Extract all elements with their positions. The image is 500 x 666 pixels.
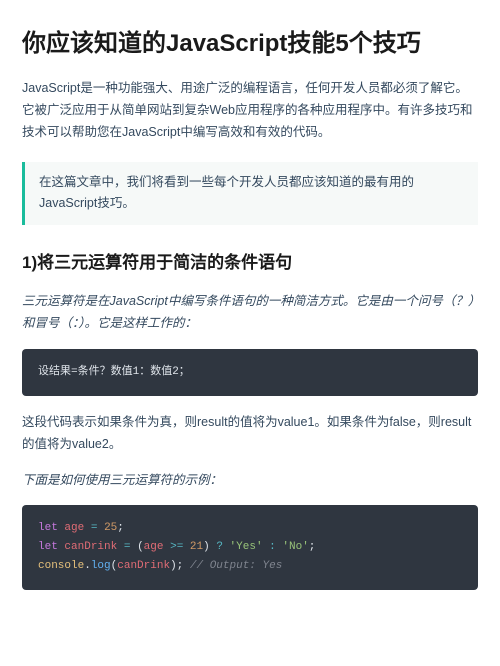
code-token: 'No' bbox=[282, 541, 308, 553]
code-token: ; bbox=[117, 522, 124, 534]
code-token: ? bbox=[216, 541, 223, 553]
code-token: 25 bbox=[104, 522, 117, 534]
code-token: = bbox=[124, 541, 131, 553]
page-title: 你应该知道的JavaScript技能5个技巧 bbox=[22, 28, 478, 60]
section-1-explain: 这段代码表示如果条件为真，则result的值将为value1。如果条件为fals… bbox=[22, 412, 478, 456]
code-token: = bbox=[91, 522, 98, 534]
intro-paragraph: JavaScript是一种功能强大、用途广泛的编程语言，任何开发人员都必须了解它… bbox=[22, 78, 478, 144]
section-1-heading: 1)将三元运算符用于简洁的条件语句 bbox=[22, 249, 478, 278]
code-token: let bbox=[38, 541, 58, 553]
code-token: log bbox=[91, 560, 111, 572]
code-token: 21 bbox=[190, 541, 203, 553]
code-token: ( bbox=[137, 541, 144, 553]
code-token: age bbox=[64, 522, 84, 534]
code-token: let bbox=[38, 522, 58, 534]
code-comment: // Output: Yes bbox=[190, 560, 282, 572]
code-token: canDrink bbox=[64, 541, 117, 553]
code-token: 'Yes' bbox=[230, 541, 263, 553]
code-token: age bbox=[144, 541, 164, 553]
code-token: ; bbox=[309, 541, 316, 553]
code-token: : bbox=[269, 541, 276, 553]
code-token: ) bbox=[203, 541, 210, 553]
code-token: ) bbox=[170, 560, 177, 572]
code-token: console bbox=[38, 560, 84, 572]
code-token: . bbox=[84, 560, 91, 572]
code-token: ; bbox=[177, 560, 184, 572]
code-token: >= bbox=[170, 541, 183, 553]
code-block-1: 设结果=条件？数值1：数值2； bbox=[22, 349, 478, 396]
section-1-lead2: 下面是如何使用三元运算符的示例： bbox=[22, 470, 478, 492]
callout-box: 在这篇文章中，我们将看到一些每个开发人员都应该知道的最有用的JavaScript… bbox=[22, 162, 478, 225]
code-block-2: let age = 25; let canDrink = (age >= 21)… bbox=[22, 505, 478, 589]
code-text: 设结果=条件？数值1：数值2； bbox=[38, 366, 190, 378]
section-1-lead: 三元运算符是在JavaScript中编写条件语句的一种简洁方式。它是由一个问号（… bbox=[22, 291, 478, 335]
code-token: canDrink bbox=[117, 560, 170, 572]
